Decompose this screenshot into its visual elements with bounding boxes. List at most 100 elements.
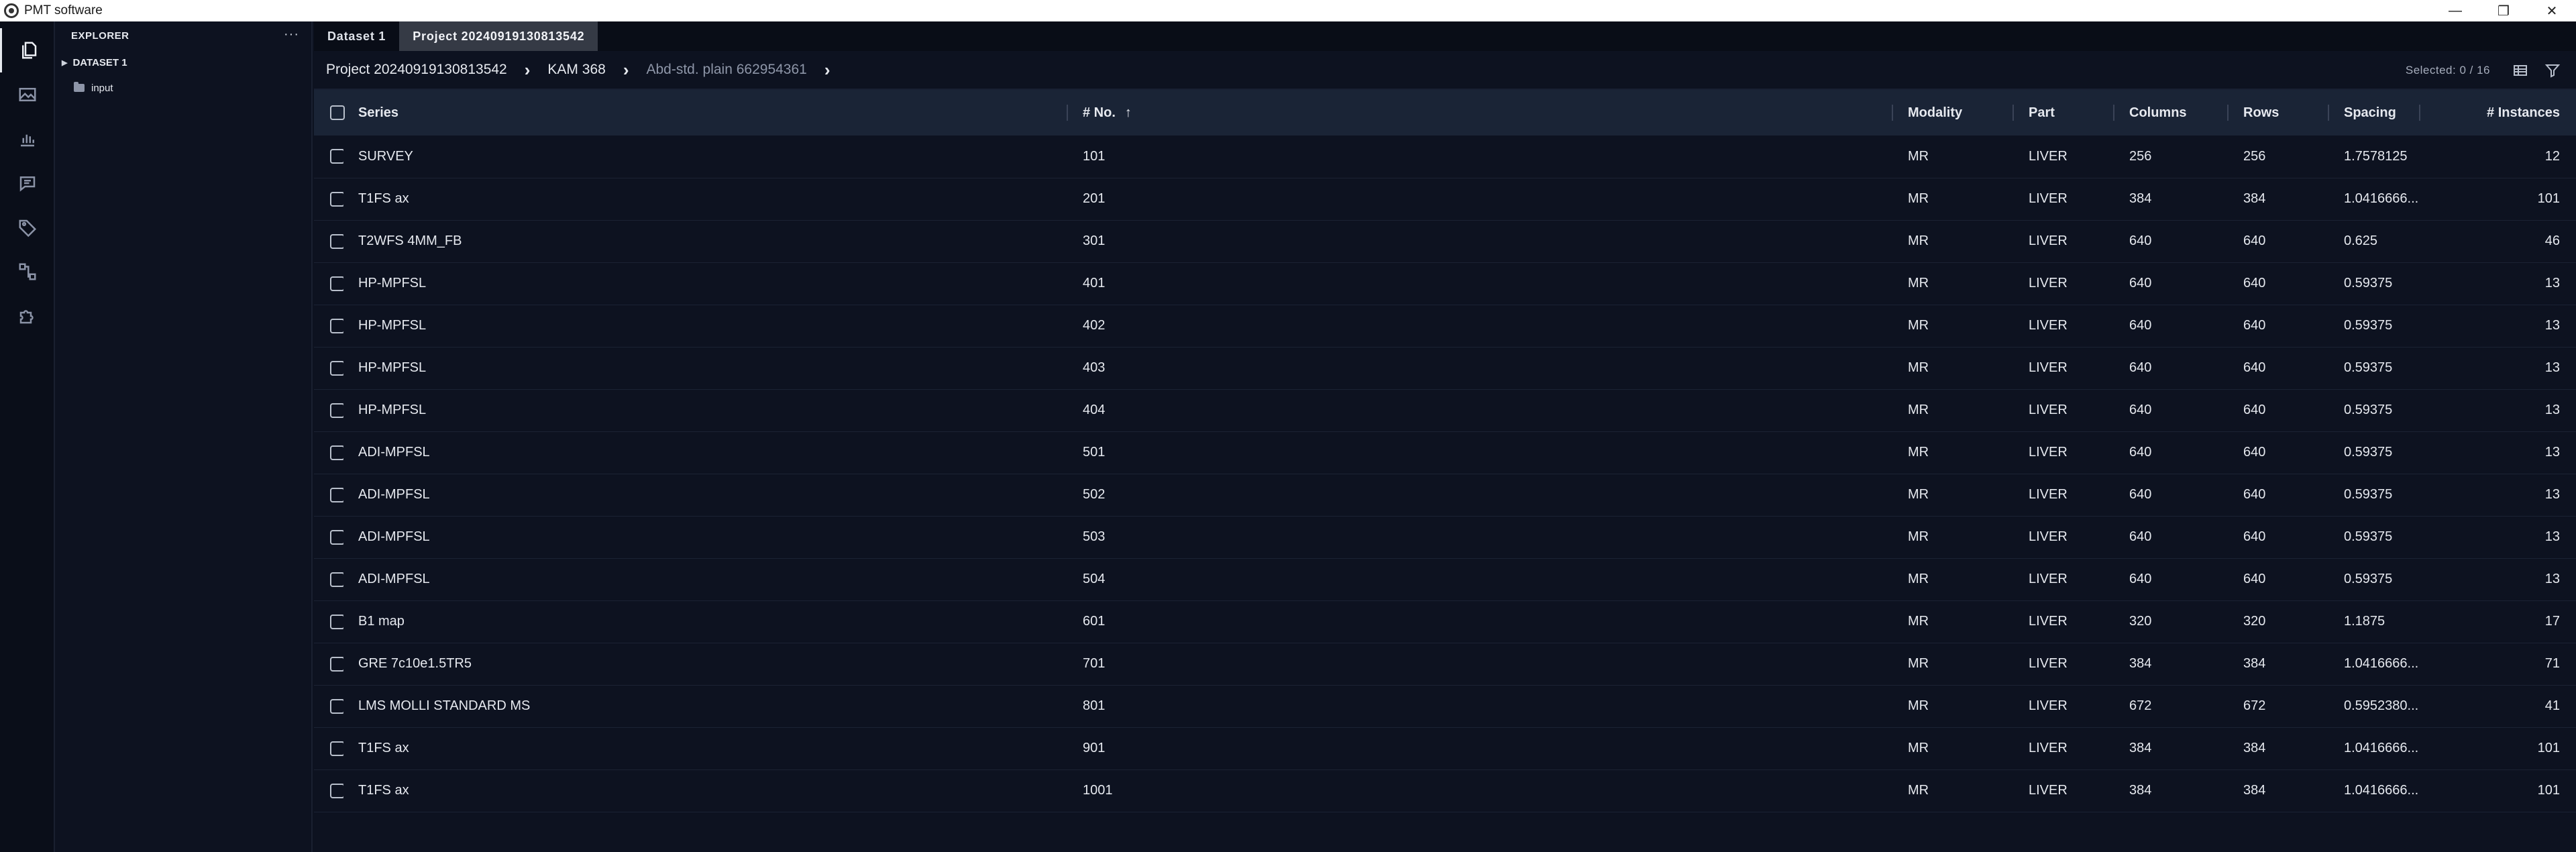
col-part[interactable]: Part — [2014, 90, 2114, 136]
cell-instances: 13 — [2544, 445, 2560, 460]
col-columns[interactable]: Columns — [2114, 90, 2229, 136]
table-row[interactable]: B1 map 601 MR LIVER 320 320 1.1875 17 — [314, 600, 2576, 643]
table-row[interactable]: HP-MPFSL 403 MR LIVER 640 640 0.59375 13 — [314, 347, 2576, 389]
cell-part: LIVER — [2029, 360, 2068, 375]
row-select-cell — [314, 262, 343, 305]
table-row[interactable]: ADI-MPFSL 503 MR LIVER 640 640 0.59375 13 — [314, 516, 2576, 558]
table-row[interactable]: T2WFS 4MM_FB 301 MR LIVER 640 640 0.625 46 — [314, 220, 2576, 262]
row-checkbox[interactable] — [330, 191, 343, 207]
cell-number: 503 — [1083, 529, 1106, 544]
chevron-right-icon[interactable]: › — [824, 60, 830, 81]
cell-instances: 13 — [2544, 572, 2560, 586]
select-all-cell — [314, 90, 345, 136]
tree-item-input-folder[interactable]: input — [56, 75, 311, 101]
table-row[interactable]: ADI-MPFSL 504 MR LIVER 640 640 0.59375 13 — [314, 558, 2576, 600]
row-checkbox[interactable] — [330, 149, 343, 164]
table-row[interactable]: T1FS ax 901 MR LIVER 384 384 1.0416666... 101 — [314, 727, 2576, 769]
row-select-cell — [314, 305, 343, 347]
breadcrumb-project[interactable]: Project 20240919130813542 — [326, 62, 507, 78]
cell-part: LIVER — [2029, 148, 2068, 164]
sort-ascending-icon[interactable]: ↑ — [1125, 105, 1132, 120]
cell-rows: 256 — [2243, 148, 2266, 164]
cell-modality: MR — [1908, 529, 1929, 544]
breadcrumb-study[interactable]: Abd-std. plain 662954361 — [646, 62, 806, 78]
table-row[interactable]: GRE 7c10e1.5TR5 701 MR LIVER 384 384 1.0416666… — [314, 643, 2576, 685]
more-actions-icon[interactable]: ··· — [284, 27, 299, 42]
row-checkbox[interactable] — [330, 445, 343, 460]
table-row[interactable]: T1FS ax 1001 MR LIVER 384 384 1.0416666... 101 — [314, 769, 2576, 812]
explorer-panel: EXPLORER ··· ▶ DATASET 1 input — [56, 21, 313, 852]
table-row[interactable]: HP-MPFSL 402 MR LIVER 640 640 0.59375 13 — [314, 305, 2576, 347]
minimize-button[interactable]: — — [2431, 0, 2479, 21]
cell-part: LIVER — [2029, 276, 2068, 290]
row-select-cell — [314, 347, 343, 389]
comments-icon[interactable] — [0, 161, 55, 205]
cell-instances: 13 — [2544, 529, 2560, 544]
tab-dataset[interactable]: Dataset 1 — [314, 21, 399, 51]
cell-instances: 101 — [2537, 191, 2560, 206]
row-checkbox[interactable] — [330, 233, 343, 249]
close-button[interactable]: ✕ — [2528, 0, 2576, 21]
cell-modality: MR — [1908, 487, 1929, 502]
row-checkbox[interactable] — [330, 360, 343, 376]
cell-part: LIVER — [2029, 233, 2068, 248]
tab-project[interactable]: Project 20240919130813542 — [399, 21, 598, 51]
cell-number: 101 — [1083, 148, 1106, 164]
row-checkbox[interactable] — [330, 783, 343, 798]
col-modality[interactable]: Modality — [1893, 90, 2014, 136]
row-checkbox[interactable] — [330, 529, 343, 545]
table-row[interactable]: LMS MOLLI STANDARD MS 801 MR LIVER 672 672 0.5… — [314, 685, 2576, 727]
caret-right-icon[interactable]: ▶ — [62, 58, 67, 67]
cell-number: 401 — [1083, 276, 1106, 290]
col-series[interactable]: Series — [343, 90, 1068, 136]
row-checkbox[interactable] — [330, 403, 343, 418]
row-checkbox[interactable] — [330, 572, 343, 587]
cell-columns: 640 — [2129, 233, 2152, 248]
table-view-icon[interactable] — [2512, 62, 2529, 79]
row-checkbox[interactable] — [330, 318, 343, 333]
table-row[interactable]: ADI-MPFSL 502 MR LIVER 640 640 0.59375 13 — [314, 474, 2576, 516]
row-checkbox[interactable] — [330, 656, 343, 672]
cell-columns: 640 — [2129, 572, 2152, 586]
bar-chart-icon[interactable] — [0, 117, 55, 161]
row-checkbox[interactable] — [330, 487, 343, 502]
cell-instances: 13 — [2544, 487, 2560, 502]
cell-columns: 640 — [2129, 445, 2152, 460]
files-icon[interactable] — [0, 28, 55, 72]
table-row[interactable]: HP-MPFSL 401 MR LIVER 640 640 0.59375 13 — [314, 262, 2576, 305]
restore-button[interactable]: ❐ — [2479, 0, 2528, 21]
cell-number: 501 — [1083, 445, 1106, 460]
select-all-checkbox[interactable] — [330, 105, 345, 120]
cell-spacing: 0.59375 — [2344, 276, 2393, 290]
cell-modality: MR — [1908, 191, 1929, 206]
row-checkbox[interactable] — [330, 741, 343, 756]
image-icon[interactable] — [0, 72, 55, 117]
extensions-icon[interactable] — [0, 294, 55, 338]
col-rows[interactable]: Rows — [2229, 90, 2329, 136]
table-row[interactable]: T1FS ax 201 MR LIVER 384 384 1.0416666... 101 — [314, 178, 2576, 220]
cell-rows: 320 — [2243, 614, 2266, 629]
row-checkbox[interactable] — [330, 276, 343, 291]
col-spacing[interactable]: Spacing — [2329, 90, 2420, 136]
cell-number: 301 — [1083, 233, 1106, 248]
table-row[interactable]: SURVEY 101 MR LIVER 256 256 1.7578125 12 — [314, 136, 2576, 178]
cell-number: 504 — [1083, 572, 1106, 586]
tree-item-dataset[interactable]: ▶ DATASET 1 — [56, 50, 311, 75]
cell-series: T1FS ax — [358, 191, 409, 206]
cell-part: LIVER — [2029, 741, 2068, 755]
col-number[interactable]: # No. ↑ — [1068, 90, 1893, 136]
table-row[interactable]: ADI-MPFSL 501 MR LIVER 640 640 0.59375 13 — [314, 431, 2576, 474]
table-row[interactable]: HP-MPFSL 404 MR LIVER 640 640 0.59375 13 — [314, 389, 2576, 431]
cell-number: 402 — [1083, 318, 1106, 333]
cell-modality: MR — [1908, 783, 1929, 798]
cell-rows: 384 — [2243, 741, 2266, 755]
row-checkbox[interactable] — [330, 698, 343, 714]
filter-icon[interactable] — [2544, 62, 2561, 79]
breadcrumb-patient[interactable]: KAM 368 — [547, 62, 605, 78]
cell-spacing: 0.625 — [2344, 233, 2378, 248]
app-logo-icon — [4, 3, 19, 18]
workflow-icon[interactable] — [0, 250, 55, 294]
col-instances[interactable]: # Instances — [2420, 90, 2576, 136]
tag-icon[interactable] — [0, 205, 55, 250]
row-checkbox[interactable] — [330, 614, 343, 629]
